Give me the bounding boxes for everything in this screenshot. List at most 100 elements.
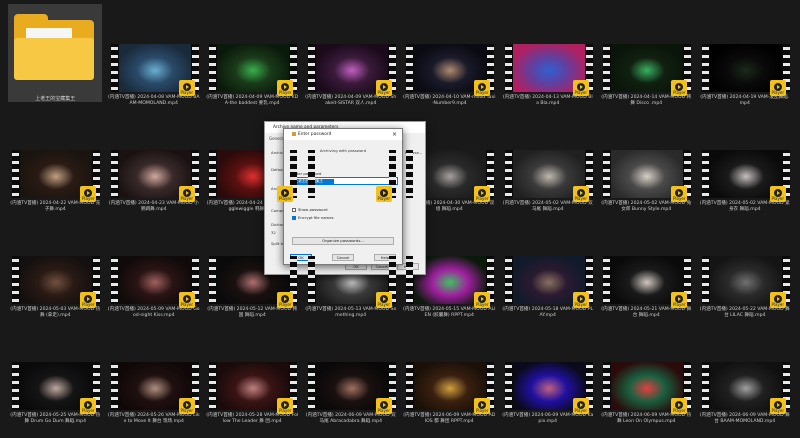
password-cancel-button[interactable]: Cancel (332, 254, 354, 261)
player-badge-icon: Player (474, 80, 491, 96)
video-thumb: Player (402, 322, 496, 420)
video-thumb: Player (107, 110, 201, 208)
encrypt-names-checkbox[interactable]: Encrypt file names (292, 215, 334, 220)
show-password-checkbox[interactable]: Show password (292, 207, 327, 212)
video-file-item[interactable]: Player (内涵TV首播) 2024-05-26 VAM-MOOD Like … (105, 320, 204, 426)
video-file-item[interactable]: Player (内涵TV首播) 2024-04-23 VAM-MOOD 小鹦鹉舞.… (105, 108, 204, 214)
video-thumb: Player (698, 322, 792, 420)
player-badge-icon: Player (375, 398, 392, 414)
video-thumb: Player (8, 110, 102, 208)
encrypt-names-label: Encrypt file names (298, 215, 334, 220)
player-badge-icon: Player (769, 292, 786, 308)
video-file-item[interactable]: Player (内涵TV首播) 2024-05-21 VAM-MOOD 舞台 舞蹈… (597, 214, 696, 320)
video-file-item[interactable]: Player (内涵TV首播) 2024-05-25 VAM-MOOD 热舞 Dr… (6, 320, 105, 426)
player-badge-icon: Player (178, 80, 195, 96)
player-badge-icon: Player (572, 80, 589, 96)
video-thumb: Player (599, 4, 693, 102)
video-thumb: Player (501, 322, 595, 420)
video-thumb: Player (698, 4, 792, 102)
video-file-name: (内涵TV首播) 2024-05-12 VAM-MOOD 韩国 舞蹈.mp4 (207, 307, 298, 318)
video-file-item[interactable]: Player (内涵TV首播) 2024-04-08 VAM-MOOD BAAM-… (105, 2, 204, 108)
video-file-item[interactable]: Player (内涵TV首播) 2024-04-14 VAM-MOOD 韩舞 Di… (597, 2, 696, 108)
player-badge-icon: Player (375, 186, 392, 202)
video-file-item[interactable]: Player (内涵TV首播) 2024-06-09 VAM-MOOD 双马尾 A… (302, 320, 401, 426)
password-dialog-buttons: OK Cancel Help (290, 254, 396, 261)
password-dialog-titlebar: Enter password × (284, 129, 402, 140)
checkbox-box (292, 207, 296, 212)
player-badge-icon: Player (572, 398, 589, 414)
video-file-item[interactable]: Player (内涵TV首播) 2024-06-09 VAM-MOOD 舞台 BA… (696, 320, 795, 426)
video-file-item[interactable]: Player (内涵TV首播) 2024-04-19 VAM-凌乱舞蹈.mp4 (696, 2, 795, 108)
video-file-name: (内涵TV首播) 2024-05-28 VAM-MOOD Follow The … (206, 413, 299, 424)
video-file-item[interactable]: Player (内涵TV首播) 2024-05-02 VAM-MOOD 双马尾 舞… (499, 108, 598, 214)
video-file-name: (内涵TV首播) 2024-05-03 VAM-MOOD 热舞 (拿走).mp4 (10, 307, 101, 318)
video-file-item[interactable]: Player (内涵TV首播) 2024-05-02 VAM-MOOD 紧身衣 舞… (696, 108, 795, 214)
video-file-item[interactable]: Player (内涵TV首播) 2024-05-28 VAM-MOOD Follo… (203, 320, 302, 426)
video-file-item[interactable]: Player (内涵TV首播) 2024-05-09 VAM-MOOD Good-… (105, 214, 204, 320)
video-file-item[interactable]: Player (内涵TV首播) 2024-06-09 VAM-MOOD Kapix… (499, 320, 598, 426)
player-badge-icon: Player (671, 80, 688, 96)
video-file-item[interactable]: Player (内涵TV首播) 2024-05-18 VAM-MOOD PLAY.… (499, 214, 598, 320)
video-file-item[interactable]: Player (内涵TV首播) 2024-06-09 VAM-MOOD 热舞 Le… (597, 320, 696, 426)
video-file-name: (内涵TV首播) 2024-05-13 VAM-MOOD Something.m… (305, 307, 397, 318)
video-file-name: (内涵TV首播) 2024-05-18 VAM-MOOD PLAY.mp4 (502, 307, 594, 318)
video-thumb: Player (107, 216, 201, 314)
video-thumb: Player (501, 110, 595, 208)
player-badge-icon: Player (277, 292, 294, 308)
show-password-label: Show password (298, 207, 328, 212)
video-file-item[interactable]: Player (内涵TV首播) 2024-06-09 VAM-MOOD ADIOS… (400, 320, 499, 426)
player-badge-icon: Player (474, 398, 491, 414)
folder-thumb (8, 4, 103, 102)
video-file-name: (内涵TV首播) 2024-04-14 VAM-MOOD 韩舞 Disco .m… (601, 95, 692, 106)
video-thumb: Player (599, 322, 693, 420)
video-thumb: Player (599, 216, 693, 314)
video-file-name: (内涵TV首播) 2024-05-02 VAM-MOOD 紧身衣 舞蹈.mp4 (699, 201, 790, 212)
video-file-name: (内涵TV首播) 2024-04-19 VAM-凌乱舞蹈.mp4 (700, 95, 790, 106)
player-badge-icon: Player (671, 292, 688, 308)
folder-name: 上老王的宝藏集王 (35, 96, 76, 102)
video-file-item[interactable]: Player (内涵TV首播) 2024-05-03 VAM-MOOD 热舞 (拿… (6, 214, 105, 320)
player-badge-icon: Player (375, 80, 392, 96)
video-thumb: Player (304, 322, 398, 420)
lock-icon (292, 131, 296, 136)
player-badge-icon: Player (671, 398, 688, 414)
video-thumb: Player (8, 322, 102, 420)
password-dialog-title: Enter password (298, 132, 332, 137)
password-caption: Archiving with password (319, 148, 367, 153)
video-thumb: Player (205, 322, 299, 420)
video-file-item[interactable]: Player (内涵TV首播) 2024-04-09 VAM-MOOD Shake… (302, 2, 401, 108)
player-badge-icon: Player (80, 292, 97, 308)
dictionary-value[interactable]: 32 (271, 230, 276, 235)
video-file-name: (内涵TV首播) 2024-06-09 VAM-MOOD 舞台 BAAM-MOM… (699, 413, 790, 424)
video-file-item[interactable]: Player (内涵TV首播) 2024-04-13 VAM-MOOD Bla B… (499, 2, 598, 108)
player-badge-icon: Player (178, 398, 195, 414)
video-file-item[interactable]: Player (内涵TV首播) 2024-04-10 VAM-mood Taxi-… (400, 2, 499, 108)
player-badge-icon: Player (178, 292, 195, 308)
video-file-name: (内涵TV首播) 2024-05-02 VAM-MOOD 双马尾 舞蹈.mp4 (502, 201, 593, 212)
video-file-item[interactable]: Player (内涵TV首播) 2024-04-22 VAM-MOOD 充子舞.m… (6, 108, 105, 214)
close-icon[interactable]: × (392, 129, 397, 140)
video-file-name: (内涵TV首播) 2024-04-08 VAM-MOOD BAAM-MOMOLA… (107, 95, 200, 106)
video-file-item[interactable]: Player (内涵TV首播) 2024-04-09 VAM-MOOD KDA-t… (203, 2, 302, 108)
video-file-name: (内涵TV首播) 2024-04-09 VAM-MOOD Shakeit-SIS… (305, 95, 397, 106)
video-thumb: Player (8, 216, 102, 314)
organize-passwords-button[interactable]: Organize passwords... (292, 237, 394, 245)
player-badge-icon: Player (80, 186, 97, 202)
video-thumb: Player (698, 216, 792, 314)
video-thumb: Player (205, 4, 299, 102)
player-badge-icon: Player (277, 398, 294, 414)
video-file-name: (内涵TV首播) 2024-05-09 VAM-MOOD Good-night … (107, 307, 200, 318)
video-file-name: (内涵TV首播) 2024-04-10 VAM-mood Taxi-Number… (403, 95, 496, 106)
video-thumb: Player (698, 110, 792, 208)
video-thumb: Player (501, 4, 595, 102)
video-file-item[interactable]: Player (内涵TV首播) 2024-05-02 VAM-MOOD 兔女郎 B… (597, 108, 696, 214)
player-badge-icon: Player (80, 398, 97, 414)
video-file-name: (内涵TV首播) 2024-04-09 VAM-MOOD KDA-the bad… (206, 95, 299, 106)
video-file-name: (内涵TV首播) 2024-05-02 VAM-MOOD 兔女郎 Bunny S… (601, 201, 692, 212)
video-thumb: Player (304, 4, 398, 102)
player-badge-icon: Player (474, 186, 491, 202)
video-file-item[interactable]: Player (内涵TV首播) 2024-05-22 VAM-MOOD 舞台 LI… (696, 214, 795, 320)
video-file-name: (内涵TV首播) 2024-06-09 VAM-MOOD 双马尾 Abracad… (305, 413, 396, 424)
player-badge-icon: Player (671, 186, 688, 202)
folder-item[interactable]: 上老王的宝藏集王 (6, 2, 105, 108)
